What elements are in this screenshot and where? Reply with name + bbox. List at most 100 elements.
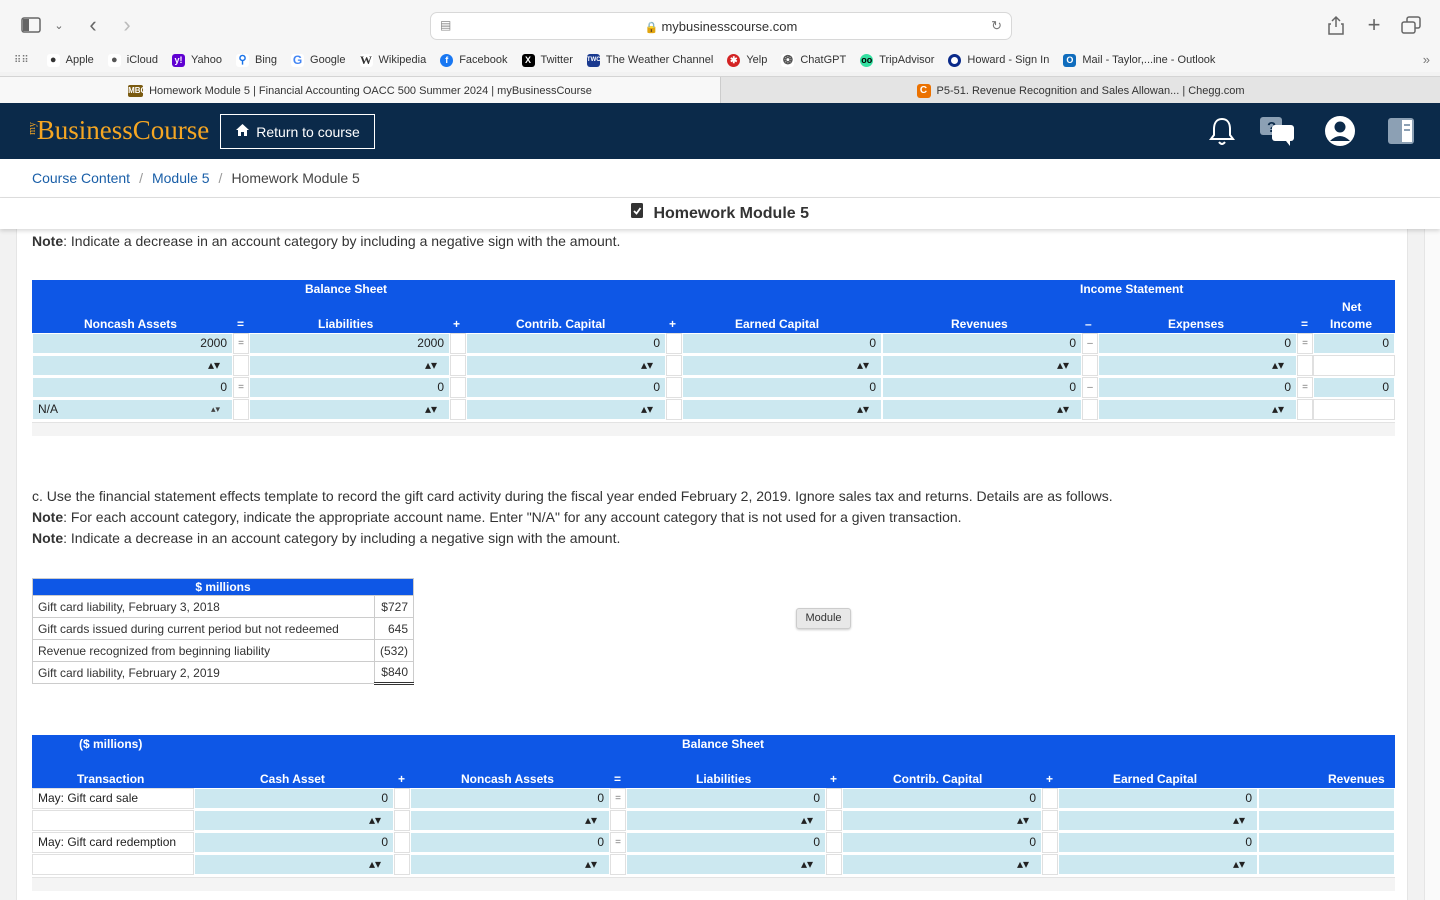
bell-icon[interactable] — [1208, 115, 1236, 152]
millions-header: ($ millions) — [79, 737, 143, 751]
breadcrumb-course-content[interactable]: Course Content — [32, 170, 130, 186]
noncash-assets-amount[interactable]: 2000 — [32, 333, 233, 354]
revenues-amount[interactable]: 0 — [882, 377, 1082, 398]
noncash-assets-amount[interactable]: 0 — [410, 788, 610, 809]
revenues-account-select[interactable] — [1258, 810, 1395, 831]
contrib-capital-account-select[interactable]: ▴▾ — [466, 399, 666, 420]
noncash-assets-amount[interactable]: 0 — [32, 377, 233, 398]
operator-cell — [610, 854, 626, 875]
favorite-label: Howard - Sign In — [967, 54, 1050, 66]
expenses-amount[interactable]: 0 — [1098, 377, 1297, 398]
contrib-capital-account-select[interactable]: ▴▾ — [842, 810, 1042, 831]
wikipedia-icon: W — [359, 52, 373, 67]
x-icon: X — [521, 53, 535, 67]
noncash-assets-account-select[interactable]: ▴▾ — [410, 810, 610, 831]
contrib-capital-amount[interactable]: 0 — [842, 788, 1042, 809]
earned-capital-amount[interactable]: 0 — [682, 333, 882, 354]
expenses-account-select[interactable]: ▴▾ — [1098, 399, 1297, 420]
section-divider — [32, 877, 1395, 891]
cash-asset-amount[interactable]: 0 — [194, 832, 394, 853]
revenues-amount[interactable] — [1258, 788, 1395, 809]
liabilities-account-select[interactable]: ▴▾ — [249, 355, 450, 376]
earned-capital-account-select[interactable]: ▴▾ — [1058, 854, 1258, 875]
earned-capital-amount[interactable]: 0 — [1058, 832, 1258, 853]
reload-icon[interactable]: ↻ — [991, 18, 1002, 34]
contrib-capital-account-select[interactable]: ▴▾ — [842, 854, 1042, 875]
more-favorites-icon[interactable]: » — [1423, 52, 1430, 67]
forward-icon[interactable]: › — [118, 12, 136, 37]
back-icon[interactable]: ‹ — [84, 12, 102, 37]
cash-asset-account-select[interactable]: ▴▾ — [194, 854, 394, 875]
liabilities-account-select[interactable]: ▴▾ — [249, 399, 450, 420]
earned-capital-account-select[interactable]: ▴▾ — [1058, 810, 1258, 831]
tab-overview-icon[interactable] — [1400, 14, 1422, 36]
liabilities-amount[interactable]: 0 — [626, 832, 826, 853]
liabilities-amount[interactable]: 0 — [626, 788, 826, 809]
url-bar[interactable]: ▤ 🔒 mybusinesscourse.com ↻ — [430, 12, 1012, 40]
favorite-outlook[interactable]: O Mail - Taylor,...ine - Outlook — [1063, 53, 1216, 67]
expenses-amount[interactable]: 0 — [1098, 333, 1297, 354]
net-income-amount[interactable]: 0 — [1313, 333, 1395, 354]
favorite-wikipedia[interactable]: W Wikipedia — [359, 52, 427, 67]
earned-capital-account-select[interactable]: ▴▾ — [682, 355, 882, 376]
liabilities-amount[interactable]: 2000 — [249, 333, 450, 354]
return-to-course-button[interactable]: Return to course — [220, 114, 375, 149]
noncash-assets-account-select[interactable]: ▴▾ — [32, 355, 233, 376]
logo[interactable]: myBusinessCourse — [26, 115, 209, 146]
cash-asset-amount[interactable]: 0 — [194, 788, 394, 809]
operator-cell — [666, 377, 682, 398]
user-avatar-icon[interactable] — [1324, 115, 1356, 152]
liabilities-amount[interactable]: 0 — [249, 377, 450, 398]
share-icon[interactable] — [1326, 14, 1346, 36]
operator-cell — [826, 810, 842, 831]
liabilities-account-select[interactable]: ▴▾ — [626, 810, 826, 831]
help-chat-icon[interactable]: ? — [1258, 115, 1296, 152]
favorite-facebook[interactable]: f Facebook — [440, 53, 508, 67]
tab-homework[interactable]: MBC Homework Module 5 | Financial Accoun… — [0, 77, 720, 104]
chevron-down-icon[interactable]: ⌄ — [52, 14, 66, 36]
favorite-howard[interactable]: Howard - Sign In — [948, 53, 1050, 67]
earned-capital-amount[interactable]: 0 — [1058, 788, 1258, 809]
revenues-amount[interactable]: 0 — [882, 333, 1082, 354]
apps-grid-icon[interactable]: ⠿⠿ — [14, 55, 29, 66]
favorite-google[interactable]: G Google — [291, 53, 346, 67]
liabilities-account-select[interactable]: ▴▾ — [626, 854, 826, 875]
favorite-yahoo[interactable]: y! Yahoo — [171, 53, 222, 67]
favorite-label: Wikipedia — [378, 54, 427, 66]
right-scroll-gutter[interactable] — [1424, 229, 1440, 900]
favorite-label: Mail - Taylor,...ine - Outlook — [1082, 54, 1216, 66]
revenues-account-select[interactable]: ▴▾ — [882, 355, 1082, 376]
favorite-chatgpt[interactable]: ❂ ChatGPT — [781, 53, 846, 67]
net-income-amount[interactable]: 0 — [1313, 377, 1395, 398]
noncash-assets-account-select[interactable]: ▴▾ — [410, 854, 610, 875]
earned-capital-account-select[interactable]: ▴▾ — [682, 399, 882, 420]
breadcrumb-module-5[interactable]: Module 5 — [152, 170, 210, 186]
favorite-tripadvisor[interactable]: oo TripAdvisor — [860, 53, 934, 67]
col-contrib-capital: Contrib. Capital — [516, 317, 606, 331]
cash-asset-account-select[interactable]: ▴▾ — [194, 810, 394, 831]
favorite-weather[interactable]: TWC The Weather Channel — [586, 53, 713, 67]
col-equals: = — [614, 772, 622, 786]
new-tab-icon[interactable]: + — [1364, 12, 1384, 37]
earned-capital-amount[interactable]: 0 — [682, 377, 882, 398]
revenues-amount[interactable] — [1258, 832, 1395, 853]
favorite-twitter[interactable]: X Twitter — [521, 53, 573, 67]
noncash-assets-account-select[interactable]: N/A ▴▾ — [32, 399, 233, 420]
contrib-capital-amount[interactable]: 0 — [466, 333, 666, 354]
contrib-capital-account-select[interactable]: ▴▾ — [466, 355, 666, 376]
favorite-yelp[interactable]: ✱ Yelp — [727, 53, 767, 67]
col-plus: + — [1046, 772, 1054, 786]
revenues-account-select[interactable] — [1258, 854, 1395, 875]
tab-chegg[interactable]: C P5-51. Revenue Recognition and Sales A… — [720, 77, 1440, 104]
revenues-account-select[interactable]: ▴▾ — [882, 399, 1082, 420]
panel-toggle-icon[interactable] — [1387, 117, 1415, 150]
favorite-apple[interactable]: ● Apple — [46, 53, 94, 67]
noncash-assets-amount[interactable]: 0 — [410, 832, 610, 853]
sidebar-toggle-icon[interactable] — [20, 14, 42, 36]
breadcrumb-separator: / — [218, 170, 223, 186]
contrib-capital-amount[interactable]: 0 — [842, 832, 1042, 853]
favorite-bing[interactable]: ⚲ Bing — [235, 53, 277, 67]
favorite-icloud[interactable]: ● iCloud — [107, 53, 158, 67]
expenses-account-select[interactable]: ▴▾ — [1098, 355, 1297, 376]
contrib-capital-amount[interactable]: 0 — [466, 377, 666, 398]
